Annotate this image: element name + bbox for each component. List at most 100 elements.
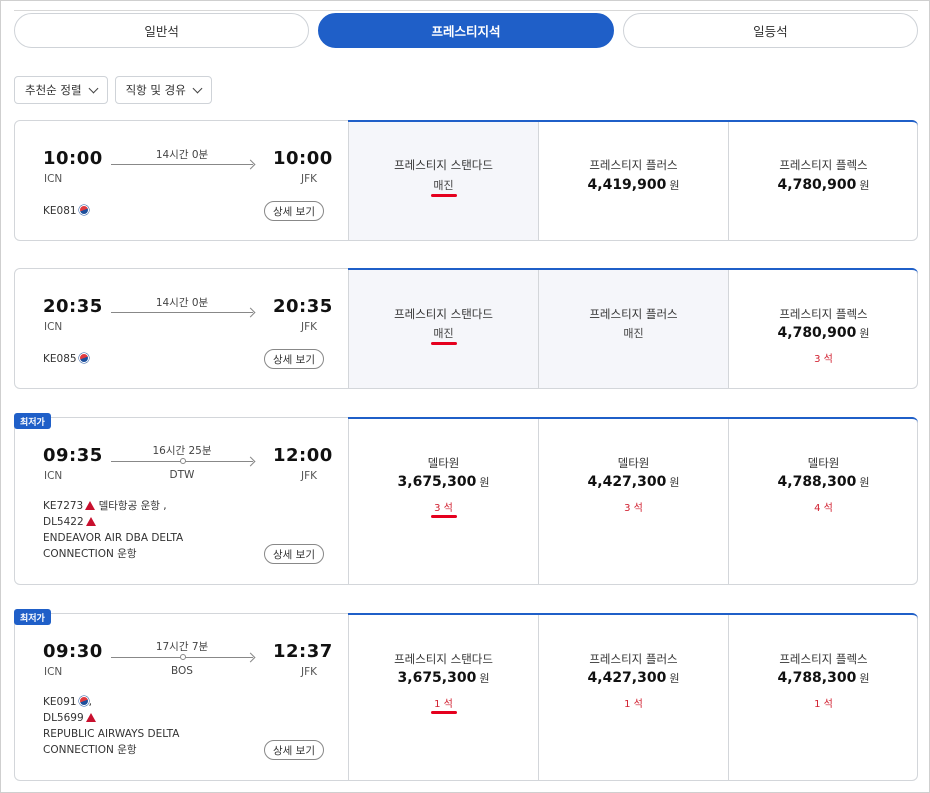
arrival-time: 10:00	[273, 148, 333, 169]
fare-name: 프레스티지 플러스	[589, 652, 678, 666]
cabin-tabs: 일반석 프레스티지석 일등석	[14, 13, 918, 48]
flight-card: 최저가 09:30 ICN 17시간 7분 BOS 12:37 JFK KE09…	[14, 609, 918, 781]
departure-time: 09:30	[43, 641, 103, 662]
departure-time: 20:35	[43, 296, 103, 317]
fare-option[interactable]: 델타원 4,788,300 원 4 석	[728, 419, 918, 584]
flight-number: KE7273 델타항공 운항 ,	[43, 498, 167, 514]
detail-button[interactable]: 상세 보기	[264, 201, 324, 221]
flight-info: 09:30 ICN 17시간 7분 BOS 12:37 JFK KE091, D…	[15, 614, 348, 780]
top-divider	[14, 10, 918, 11]
red-underline	[430, 711, 457, 714]
detail-button[interactable]: 상세 보기	[264, 544, 324, 564]
detail-button[interactable]: 상세 보기	[264, 740, 324, 760]
flight-duration: 14시간 0분	[155, 297, 209, 309]
arrival-time: 12:00	[273, 445, 333, 466]
arrival-airport: JFK	[301, 173, 318, 185]
fare-name: 델타원	[807, 456, 840, 470]
seats-left: 1 석	[814, 699, 833, 710]
chevron-down-icon	[88, 83, 99, 93]
fare-option[interactable]: 델타원 3,675,300 원 3 석	[348, 419, 538, 584]
fare-price: 4,427,300 원	[539, 474, 728, 490]
fare-option[interactable]: 프레스티지 플렉스 4,788,300 원 1 석	[728, 615, 918, 780]
tab-economy[interactable]: 일반석	[14, 13, 310, 48]
departure-airport: ICN	[44, 173, 63, 185]
seats-left: 1 석	[434, 699, 453, 710]
korean-air-logo-icon	[78, 205, 89, 215]
arrival-airport: JFK	[301, 666, 318, 678]
flight-number: KE085	[43, 351, 89, 367]
flight-number: KE081	[43, 203, 89, 219]
fare-option: 프레스티지 스탠다드 매진	[348, 270, 538, 388]
flight-duration: 17시간 7분	[155, 641, 209, 653]
tab-first[interactable]: 일등석	[622, 13, 918, 48]
fare-option[interactable]: 델타원 4,427,300 원 3 석	[538, 419, 728, 584]
fare-name: 델타원	[617, 456, 650, 470]
fare-name: 프레스티지 플렉스	[779, 158, 868, 172]
flight-card: 최저가 09:35 ICN 16시간 25분 DTW 12:00 JFK KE7…	[14, 413, 918, 585]
seats-left: 3 석	[434, 503, 453, 514]
fare-name: 프레스티지 플렉스	[779, 652, 868, 666]
fare-name: 프레스티지 스탠다드	[394, 307, 493, 321]
fare-price: 4,780,900 원	[729, 177, 918, 193]
currency: 원	[859, 327, 870, 340]
departure-time: 09:35	[43, 445, 103, 466]
lowest-price-badge: 최저가	[14, 609, 51, 625]
fare-option[interactable]: 프레스티지 플러스 4,427,300 원 1 석	[538, 615, 728, 780]
price-value: 3,675,300	[397, 670, 477, 686]
route-arrow	[111, 164, 253, 165]
flight-card: 20:35 ICN 14시간 0분 20:35 JFK KE085 상세 보기 …	[14, 268, 918, 389]
operator-name: CONNECTION 운항	[43, 744, 137, 756]
fare-name: 프레스티지 스탠다드	[394, 158, 493, 172]
detail-button[interactable]: 상세 보기	[264, 349, 324, 369]
departure-airport: ICN	[44, 470, 63, 482]
price-value: 4,427,300	[587, 670, 667, 686]
currency: 원	[669, 672, 680, 685]
flight-number: DL5422	[43, 514, 96, 530]
chevron-down-icon	[192, 83, 203, 93]
fare-options: 프레스티지 스탠다드 매진 프레스티지 플러스 4,419,900 원 프레스티지…	[348, 120, 918, 240]
fare-price: 3,675,300 원	[349, 670, 538, 686]
flight-code: DL5699	[43, 712, 84, 724]
fare-option[interactable]: 프레스티지 스탠다드 3,675,300 원 1 석	[348, 615, 538, 780]
fare-option[interactable]: 프레스티지 플렉스 4,780,900 원	[728, 122, 918, 240]
stopover-dot	[180, 654, 186, 660]
fare-option[interactable]: 프레스티지 플렉스 4,780,900 원 3 석	[728, 270, 918, 388]
fare-option: 프레스티지 플러스 매진	[538, 270, 728, 388]
currency: 원	[859, 672, 870, 685]
stopover-airport: DTW	[169, 469, 195, 481]
separator: ,	[88, 696, 92, 708]
red-underline	[430, 515, 457, 518]
sort-label: 추천순 정렬	[25, 83, 82, 97]
fare-options: 델타원 3,675,300 원 3 석 델타원 4,427,300 원 3 석 델타…	[348, 417, 918, 584]
flight-code: KE7273	[43, 500, 84, 512]
sold-out-label: 매진	[433, 327, 454, 340]
delta-logo-icon	[85, 517, 96, 526]
route-arrow	[111, 312, 253, 313]
flight-info: 10:00 ICN 14시간 0분 10:00 JFK KE081 상세 보기	[15, 121, 348, 240]
filter-bar: 추천순 정렬 직항 및 경유	[14, 76, 212, 104]
arrival-time: 20:35	[273, 296, 333, 317]
sold-out-label: 매진	[623, 327, 644, 340]
price-value: 4,780,900	[777, 177, 857, 193]
sort-dropdown[interactable]: 추천순 정렬	[14, 76, 108, 104]
flight-duration: 14시간 0분	[155, 149, 209, 161]
price-value: 4,788,300	[777, 670, 857, 686]
fare-price: 4,780,900 원	[729, 325, 918, 341]
fare-price: 3,675,300 원	[349, 474, 538, 490]
sold-out-label: 매진	[433, 179, 454, 192]
delta-logo-icon	[85, 501, 96, 510]
operator-name: CONNECTION 운항	[43, 548, 137, 560]
flight-card: 10:00 ICN 14시간 0분 10:00 JFK KE081 상세 보기 …	[14, 120, 918, 241]
operator-name: REPUBLIC AIRWAYS DELTA	[43, 728, 180, 740]
route-dropdown[interactable]: 직항 및 경유	[114, 76, 212, 104]
fare-price: 4,788,300 원	[729, 474, 918, 490]
departure-airport: ICN	[44, 321, 63, 333]
fare-option[interactable]: 프레스티지 플러스 4,419,900 원	[538, 122, 728, 240]
departure-time: 10:00	[43, 148, 103, 169]
flight-code: KE081	[43, 205, 77, 217]
fare-name: 델타원	[427, 456, 460, 470]
flight-duration: 16시간 25분	[152, 445, 212, 457]
fare-price: 4,427,300 원	[539, 670, 728, 686]
tab-prestige[interactable]: 프레스티지석	[318, 13, 614, 48]
price-value: 4,788,300	[777, 474, 857, 490]
